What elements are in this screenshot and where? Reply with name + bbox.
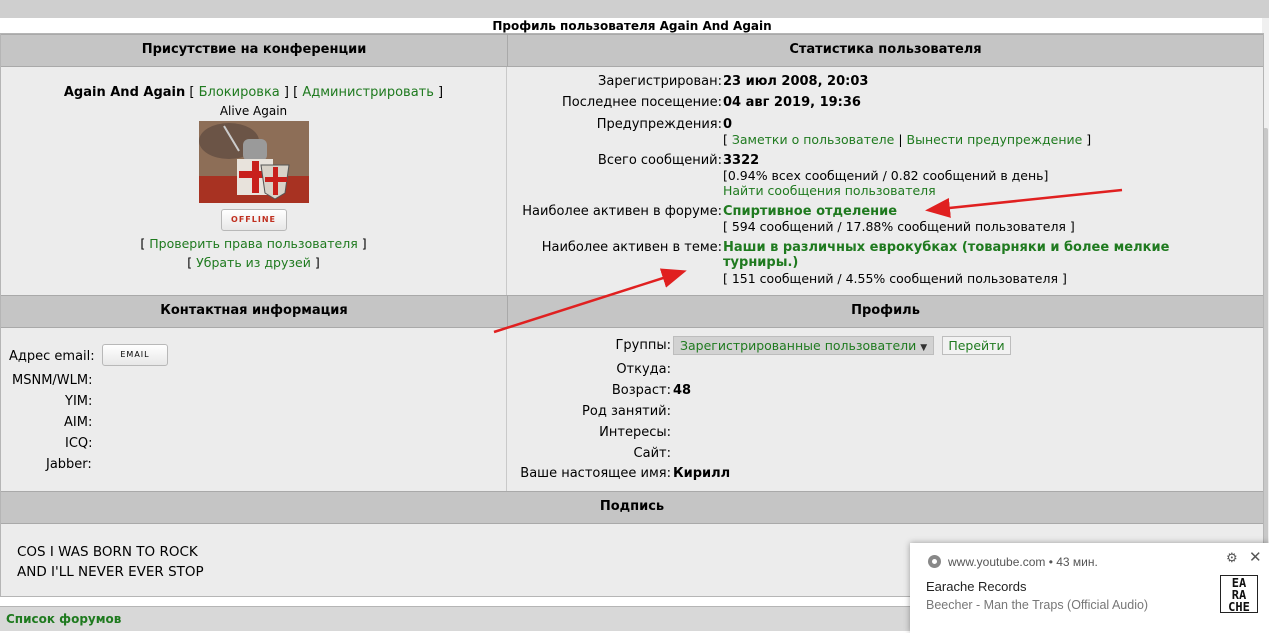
check-rights-link[interactable]: Проверить права пользователя — [149, 236, 357, 251]
active-forum-detail: [ 594 сообщений / 17.88% сообщений польз… — [723, 219, 1075, 234]
gear-icon[interactable]: ⚙ — [1226, 550, 1238, 566]
warnings-label: Предупреждения: — [596, 117, 722, 132]
close-icon[interactable]: ✕ — [1249, 548, 1262, 566]
top-bar — [0, 0, 1269, 18]
notification-source: www.youtube.com • 43 мин. — [948, 555, 1098, 569]
active-topic-label: Наиболее активен в теме: — [541, 240, 722, 255]
dropdown-arrow-icon: ▼ — [920, 343, 928, 353]
active-topic-link[interactable]: Наши в различных еврокубках (товарняки и… — [723, 240, 1169, 255]
msnm-label: MSNM/WLM: — [12, 373, 93, 388]
email-button[interactable]: EMAIL — [102, 344, 168, 366]
warnings-value: 0 — [723, 117, 733, 132]
find-posts-link[interactable]: Найти сообщения пользователя — [723, 183, 936, 198]
realname-label: Ваше настоящее имя: — [520, 466, 671, 481]
notification-title: Earache Records — [926, 579, 1027, 594]
posts-label: Всего сообщений: — [597, 153, 722, 168]
user-notes-link[interactable]: Заметки о пользователе — [732, 132, 895, 147]
forum-list-link[interactable]: Список форумов — [6, 612, 121, 626]
interests-label: Интересы: — [599, 425, 671, 440]
header-row-1: Присутствие на конференции Статистика по… — [1, 34, 1263, 67]
user-title: Alive Again — [219, 104, 288, 118]
issue-warning-link[interactable]: Вынести предупреждение — [907, 132, 1083, 147]
realname-value: Кирилл — [673, 466, 731, 481]
avatar — [198, 121, 309, 203]
aim-label: AIM: — [64, 415, 93, 430]
jabber-label: Jabber: — [46, 457, 92, 472]
avatar-knight-image — [198, 121, 309, 203]
site-label: Сайт: — [633, 446, 671, 461]
chrome-notification[interactable]: www.youtube.com • 43 мин. ⚙ ✕ Earache Re… — [910, 543, 1269, 633]
posts-value: 3322 — [723, 153, 760, 168]
contacts-panel: Адрес email: EMAIL MSNM/WLM: YIM: AIM: I… — [1, 328, 507, 491]
earache-logo: EA RA CHE — [1220, 575, 1258, 613]
block-link[interactable]: Блокировка — [199, 85, 280, 100]
profile-table: Присутствие на конференции Статистика по… — [0, 33, 1264, 597]
chrome-icon — [928, 555, 941, 568]
signature-header: Подпись — [1, 491, 1263, 524]
presence-panel: Again And Again [ Блокировка ] [ Админис… — [1, 67, 507, 295]
posts-detail: [0.94% всех сообщений / 0.82 сообщений в… — [723, 168, 1049, 183]
age-label: Возраст: — [611, 383, 671, 398]
notification-message: Beecher - Man the Traps (Official Audio) — [926, 598, 1149, 612]
page-title: Профиль пользователя Again And Again — [492, 19, 772, 33]
groups-select[interactable]: Зарегистрированные пользователи ▼ — [673, 336, 935, 355]
last-visit-value: 04 авг 2019, 19:36 — [723, 95, 861, 110]
registered-label: Зарегистрирован: — [598, 74, 722, 89]
profile-header: Профиль — [851, 303, 920, 318]
active-topic-link-line2[interactable]: турниры.) — [723, 255, 798, 270]
profile-panel: Группы: Зарегистрированные пользователи … — [507, 328, 1263, 491]
contacts-header: Контактная информация — [1, 296, 508, 327]
email-label: Адрес email: — [9, 349, 95, 364]
occupation-label: Род занятий: — [582, 404, 671, 419]
active-topic-detail: [ 151 сообщений / 4.55% сообщений пользо… — [723, 271, 1067, 286]
presence-header: Присутствие на конференции — [1, 35, 508, 66]
remove-friend-link[interactable]: Убрать из друзей — [196, 255, 311, 270]
groups-label: Группы: — [615, 338, 671, 353]
active-forum-link[interactable]: Спиртивное отделение — [723, 204, 897, 219]
username: Again And Again — [63, 85, 186, 100]
offline-status-badge: OFFLINE — [220, 209, 287, 231]
go-button[interactable]: Перейти — [942, 336, 1011, 355]
icq-label: ICQ: — [65, 436, 93, 451]
last-visit-label: Последнее посещение: — [562, 95, 722, 110]
from-label: Откуда: — [616, 362, 671, 377]
registered-value: 23 июл 2008, 20:03 — [723, 74, 869, 89]
header-row-2: Контактная информация Профиль — [1, 295, 1263, 328]
stats-header: Статистика пользователя — [789, 42, 982, 57]
stats-panel: Зарегистрирован: 23 июл 2008, 20:03 Посл… — [522, 74, 1170, 286]
active-forum-label: Наиболее активен в форуме: — [522, 204, 722, 219]
age-value: 48 — [673, 383, 692, 398]
admin-link[interactable]: Администрировать — [302, 85, 434, 100]
yim-label: YIM: — [65, 394, 93, 409]
